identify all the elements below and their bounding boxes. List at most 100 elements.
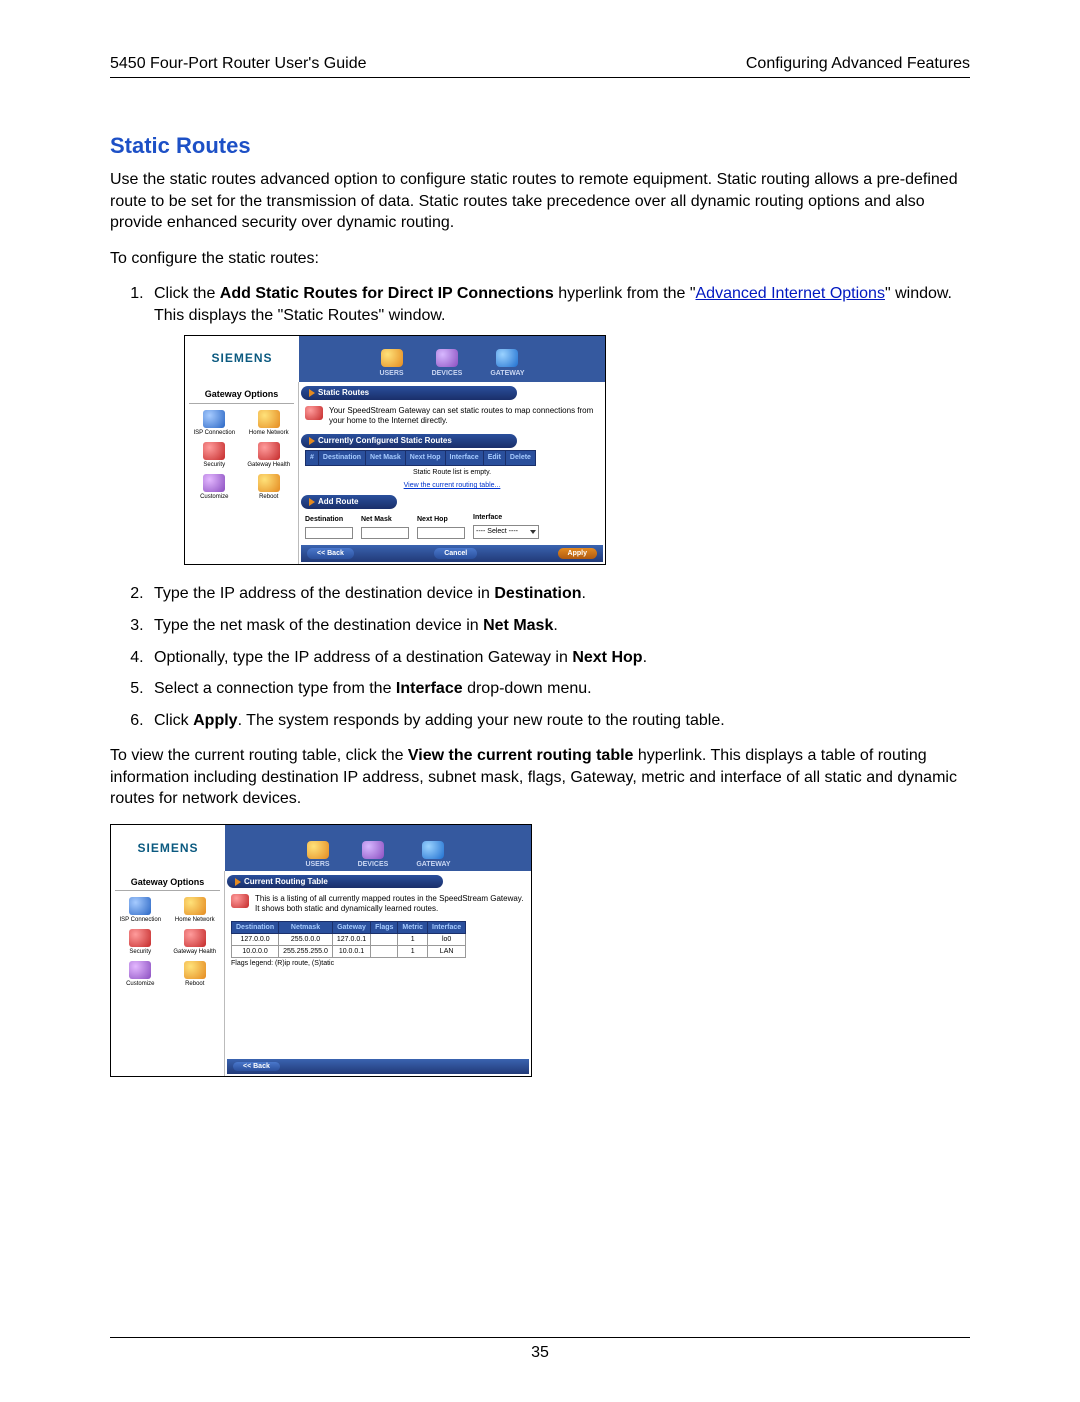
home-icon — [258, 410, 280, 428]
isp-icon — [129, 897, 151, 915]
configured-routes-table: # Destination Net Mask Next Hop Interfac… — [305, 450, 536, 465]
col-iface: Interface — [428, 922, 466, 934]
page-number: 35 — [531, 1344, 549, 1361]
label-netmask: Net Mask — [361, 515, 409, 524]
step-5: Select a connection type from the Interf… — [148, 678, 970, 700]
table-row: 10.0.0.0 255.255.255.0 10.0.0.1 1 LAN — [232, 946, 466, 958]
sidebar-item-home[interactable]: Home Network — [170, 897, 221, 923]
chevron-down-icon — [530, 530, 536, 534]
sidebar-item-isp[interactable]: ISP Connection — [189, 410, 240, 436]
col-num: # — [306, 451, 319, 465]
sidebar-item-isp[interactable]: ISP Connection — [115, 897, 166, 923]
add-route-header: Add Route — [301, 495, 397, 510]
page-footer: 35 — [110, 1337, 970, 1362]
arrow-icon — [235, 878, 241, 886]
nav-users[interactable]: USERS — [379, 349, 403, 378]
table-row: 127.0.0.0 255.0.0.0 127.0.0.1 1 lo0 — [232, 934, 466, 946]
nav-gateway[interactable]: GATEWAY — [490, 349, 524, 378]
col-metric: Metric — [398, 922, 428, 934]
step-6: Click Apply. The system responds by addi… — [148, 710, 970, 732]
brand-logo: SIEMENS — [111, 825, 225, 871]
col-iface: Interface — [445, 451, 483, 465]
routing-table-desc: This is a listing of all currently mappe… — [255, 894, 525, 913]
step-3: Type the net mask of the destination dev… — [148, 615, 970, 637]
sidebar-title: Gateway Options — [189, 388, 294, 404]
static-routes-screenshot: SIEMENS USERS DEVICES GATEWAY Gateway Op… — [184, 335, 606, 566]
reboot-icon — [258, 474, 280, 492]
back-button[interactable]: << Back — [307, 548, 354, 559]
security-icon — [129, 929, 151, 947]
routing-table: Destination Netmask Gateway Flags Metric… — [231, 921, 466, 958]
interface-select[interactable]: ---- Select ---- — [473, 525, 539, 539]
arrow-icon — [309, 498, 315, 506]
nav-gateway[interactable]: GATEWAY — [416, 841, 450, 868]
sidebar-item-security[interactable]: Security — [115, 929, 166, 955]
col-flags: Flags — [371, 922, 398, 934]
flags-legend: Flags legend: (R)ip route, (S)tatic — [227, 958, 529, 969]
security-icon — [203, 442, 225, 460]
nav-devices[interactable]: DEVICES — [432, 349, 463, 378]
nexthop-input[interactable] — [417, 527, 465, 539]
header-left: 5450 Four-Port Router User's Guide — [110, 55, 367, 73]
home-icon — [184, 897, 206, 915]
col-dest: Destination — [318, 451, 365, 465]
col-delete: Delete — [505, 451, 535, 465]
label-nexthop: Next Hop — [417, 515, 465, 524]
customize-icon — [129, 961, 151, 979]
configured-routes-header: Currently Configured Static Routes — [301, 434, 517, 449]
routing-table-screenshot: SIEMENS USERS DEVICES GATEWAY Gateway Op… — [110, 824, 532, 1077]
configure-intro: To configure the static routes: — [110, 248, 970, 270]
gateway-icon — [422, 841, 444, 859]
arrow-icon — [309, 389, 315, 397]
devices-icon — [362, 841, 384, 859]
cancel-button[interactable]: Cancel — [434, 548, 477, 559]
netmask-input[interactable] — [361, 527, 409, 539]
advanced-internet-options-link[interactable]: Advanced Internet Options — [696, 285, 885, 302]
sidebar: Gateway Options ISP Connection Home Netw… — [185, 382, 299, 565]
sidebar: Gateway Options ISP Connection Home Netw… — [111, 871, 225, 1076]
label-destination: Destination — [305, 515, 353, 524]
sidebar-item-customize[interactable]: Customize — [189, 474, 240, 500]
sidebar-item-reboot[interactable]: Reboot — [170, 961, 221, 987]
health-icon — [258, 442, 280, 460]
steps-list: Click the Add Static Routes for Direct I… — [110, 283, 970, 731]
desc-icon — [231, 894, 249, 908]
header-divider — [110, 77, 970, 78]
sidebar-item-customize[interactable]: Customize — [115, 961, 166, 987]
col-gateway: Gateway — [332, 922, 370, 934]
back-button[interactable]: << Back — [233, 1062, 280, 1071]
col-dest: Destination — [232, 922, 279, 934]
arrow-icon — [309, 437, 315, 445]
nav-users[interactable]: USERS — [305, 841, 329, 868]
desc-icon — [305, 406, 323, 420]
step-2: Type the IP address of the destination d… — [148, 583, 970, 605]
page-header: 5450 Four-Port Router User's Guide Confi… — [110, 55, 970, 73]
sidebar-item-health[interactable]: Gateway Health — [244, 442, 295, 468]
apply-button[interactable]: Apply — [558, 548, 597, 559]
nav-devices[interactable]: DEVICES — [358, 841, 389, 868]
routing-table-header: Current Routing Table — [227, 875, 443, 888]
users-icon — [307, 841, 329, 859]
customize-icon — [203, 474, 225, 492]
step-1: Click the Add Static Routes for Direct I… — [148, 283, 970, 565]
isp-icon — [203, 410, 225, 428]
users-icon — [381, 349, 403, 367]
sidebar-item-health[interactable]: Gateway Health — [170, 929, 221, 955]
col-hop: Next Hop — [405, 451, 445, 465]
destination-input[interactable] — [305, 527, 353, 539]
sidebar-item-security[interactable]: Security — [189, 442, 240, 468]
intro-paragraph: Use the static routes advanced option to… — [110, 169, 970, 234]
col-mask: Netmask — [279, 922, 333, 934]
empty-note: Static Route list is empty. — [301, 466, 603, 481]
health-icon — [184, 929, 206, 947]
view-routing-para: To view the current routing table, click… — [110, 745, 970, 810]
col-edit: Edit — [483, 451, 505, 465]
static-routes-desc: Your SpeedStream Gateway can set static … — [329, 406, 599, 425]
static-routes-header: Static Routes — [301, 386, 517, 401]
step-4: Optionally, type the IP address of a des… — [148, 647, 970, 669]
reboot-icon — [184, 961, 206, 979]
devices-icon — [436, 349, 458, 367]
sidebar-item-home[interactable]: Home Network — [244, 410, 295, 436]
view-routing-table-link[interactable]: View the current routing table... — [301, 481, 603, 490]
sidebar-item-reboot[interactable]: Reboot — [244, 474, 295, 500]
